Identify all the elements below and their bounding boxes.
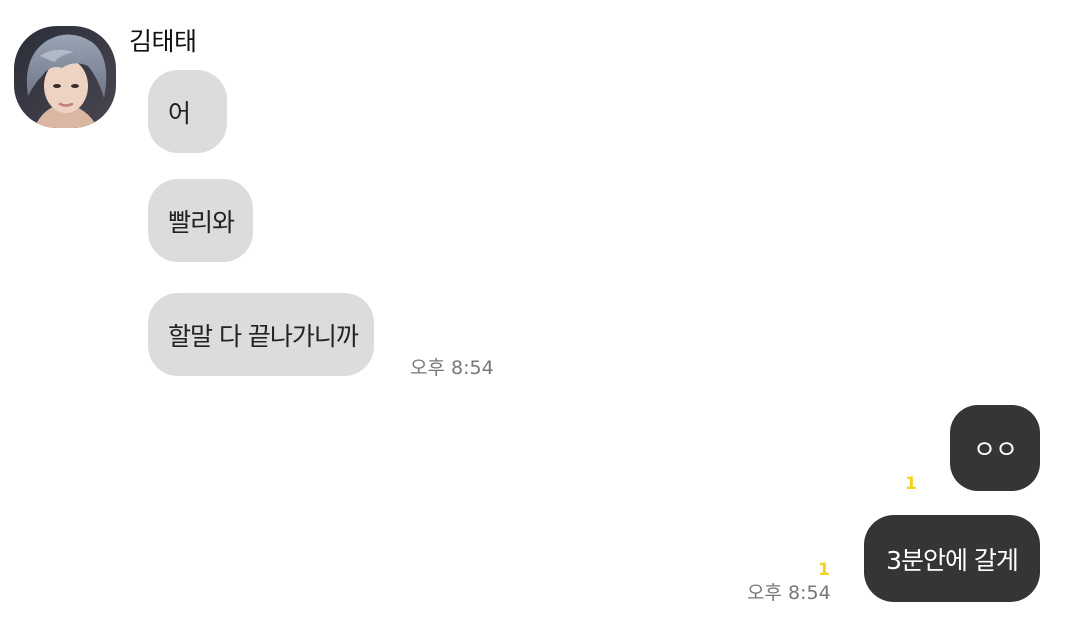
outgoing-message-bubble[interactable]: ㅇㅇ xyxy=(950,405,1040,491)
incoming-message-bubble[interactable]: 어 xyxy=(148,70,227,153)
message-text: ㅇㅇ xyxy=(972,435,1018,464)
message-text: 3분안에 갈게 xyxy=(886,545,1019,575)
incoming-message-bubble[interactable]: 빨리와 xyxy=(148,179,253,262)
message-text: 어 xyxy=(168,98,191,128)
unread-count-badge: 1 xyxy=(818,560,830,580)
avatar-photo-icon xyxy=(14,26,116,128)
unread-count-badge: 1 xyxy=(905,474,917,494)
incoming-timestamp: 오후 8:54 xyxy=(410,357,494,379)
outgoing-message-bubble[interactable]: 3분안에 갈게 xyxy=(864,515,1040,602)
message-text: 할말 다 끝나가니까 xyxy=(168,321,359,351)
message-text: 빨리와 xyxy=(168,207,235,237)
sender-name: 김태태 xyxy=(129,27,197,56)
incoming-message-bubble[interactable]: 할말 다 끝나가니까 xyxy=(148,293,374,376)
outgoing-timestamp: 오후 8:54 xyxy=(747,582,831,604)
sender-avatar[interactable] xyxy=(14,26,116,128)
